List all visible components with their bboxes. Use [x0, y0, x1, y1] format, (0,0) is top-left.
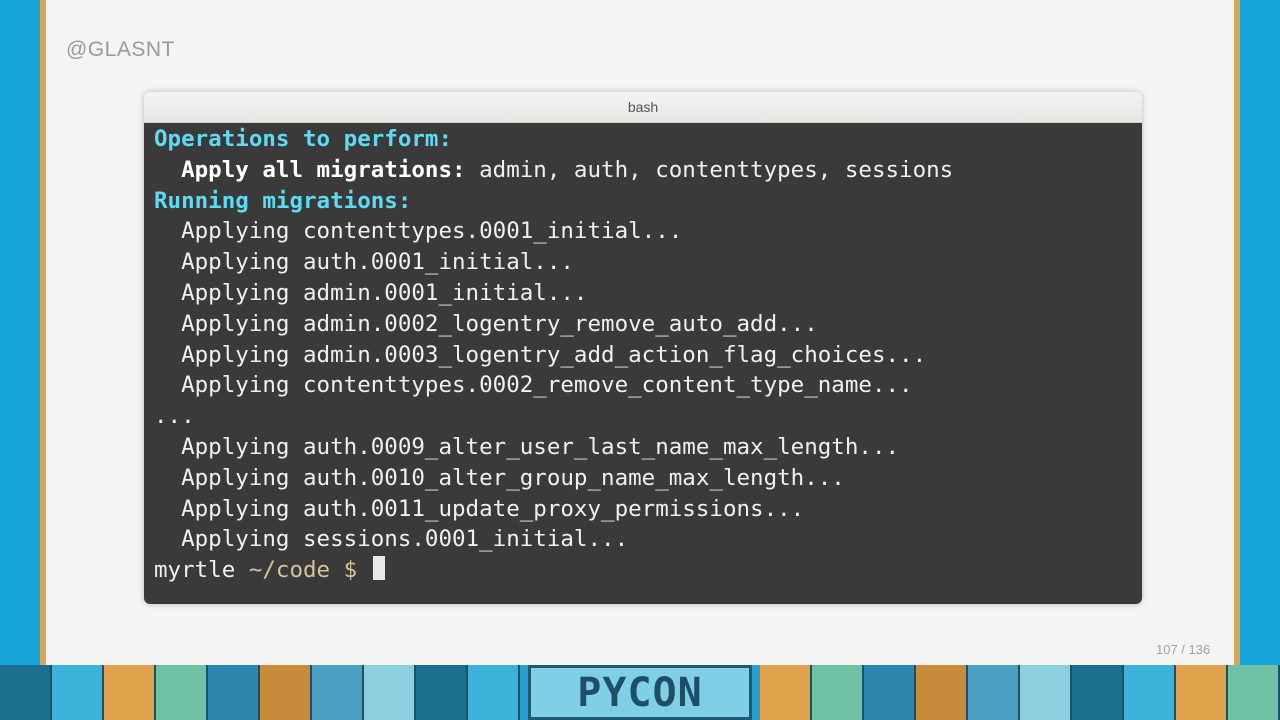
- slide-counter: 107 / 136: [1156, 642, 1211, 657]
- apply-apps: admin, auth, contenttypes, sessions: [465, 156, 954, 183]
- terminal-line: Applying auth.0011_update_proxy_permissi…: [154, 495, 805, 522]
- terminal-icon: [0, 665, 52, 720]
- robot-icon: [1072, 665, 1124, 720]
- leaf-icon: [916, 665, 968, 720]
- terminal-icon: [760, 665, 812, 720]
- terminal-line: Apply all migrations: admin, auth, conte…: [154, 155, 953, 186]
- terminal-line: ...: [154, 403, 195, 430]
- snake-icon: [52, 665, 104, 720]
- terminal-line: Applying contenttypes.0002_remove_conten…: [154, 372, 913, 399]
- robot-icon: [312, 665, 364, 720]
- chip-icon: [1124, 665, 1176, 720]
- terminal-line: Applying contenttypes.0001_initial...: [154, 218, 683, 245]
- terminal-window[interactable]: bash Operations to perform: Apply all mi…: [144, 92, 1142, 604]
- apply-label: Apply all migrations:: [154, 156, 466, 183]
- terminal-line: Applying auth.0001_initial...: [154, 249, 574, 276]
- pycon-logo: PYCON 2020: [528, 665, 752, 720]
- terminal-line: Applying sessions.0001_initial...: [154, 526, 629, 553]
- prompt-host: myrtle: [154, 557, 236, 584]
- tool-icon: [416, 665, 468, 720]
- terminal-line: Applying admin.0002_logentry_remove_auto…: [154, 310, 818, 337]
- chevron-icon: [864, 665, 916, 720]
- slide-canvas: @GLASNT bash Operations to perform: Appl…: [40, 0, 1240, 665]
- bars-icon: [1020, 665, 1072, 720]
- terminal-heading: Operations to perform:: [154, 126, 453, 152]
- star-icon: [208, 665, 260, 720]
- terminal-heading: Running migrations:: [154, 187, 412, 214]
- terminal-line: Running migrations:: [154, 186, 411, 217]
- terminal-titlebar: bash: [144, 92, 1142, 123]
- left-frame-band: [0, 0, 40, 665]
- terminal-line: Applying admin.0001_initial...: [154, 280, 588, 306]
- terminal-line: Operations to perform:: [154, 124, 452, 155]
- terminal-line: Applying admin.0003_logentry_add_action_…: [154, 341, 927, 368]
- terminal-output[interactable]: Operations to perform: Apply all migrati…: [144, 123, 1142, 604]
- wave-icon: [1228, 665, 1280, 720]
- star-icon: [968, 665, 1020, 720]
- cursor-block: [372, 556, 385, 581]
- footer-banner: PYCON 2020: [0, 665, 1280, 720]
- speaker-handle: @GLASNT: [66, 38, 175, 61]
- bars-icon: [260, 665, 312, 720]
- tool-icon: [1176, 665, 1228, 720]
- terminal-line: Applying auth.0010_alter_group_name_max_…: [154, 464, 845, 491]
- chevron-icon: [104, 665, 156, 720]
- terminal-line: Applying auth.0009_alter_user_last_name_…: [154, 434, 900, 460]
- wave-icon: [468, 665, 520, 720]
- leaf-icon: [156, 665, 208, 720]
- prompt-path: ~/code $: [248, 557, 358, 584]
- right-frame-band: [1240, 0, 1280, 665]
- shell-prompt[interactable]: myrtle ~/code $: [154, 555, 385, 586]
- chip-icon: [364, 665, 416, 720]
- snake-icon: [812, 665, 864, 720]
